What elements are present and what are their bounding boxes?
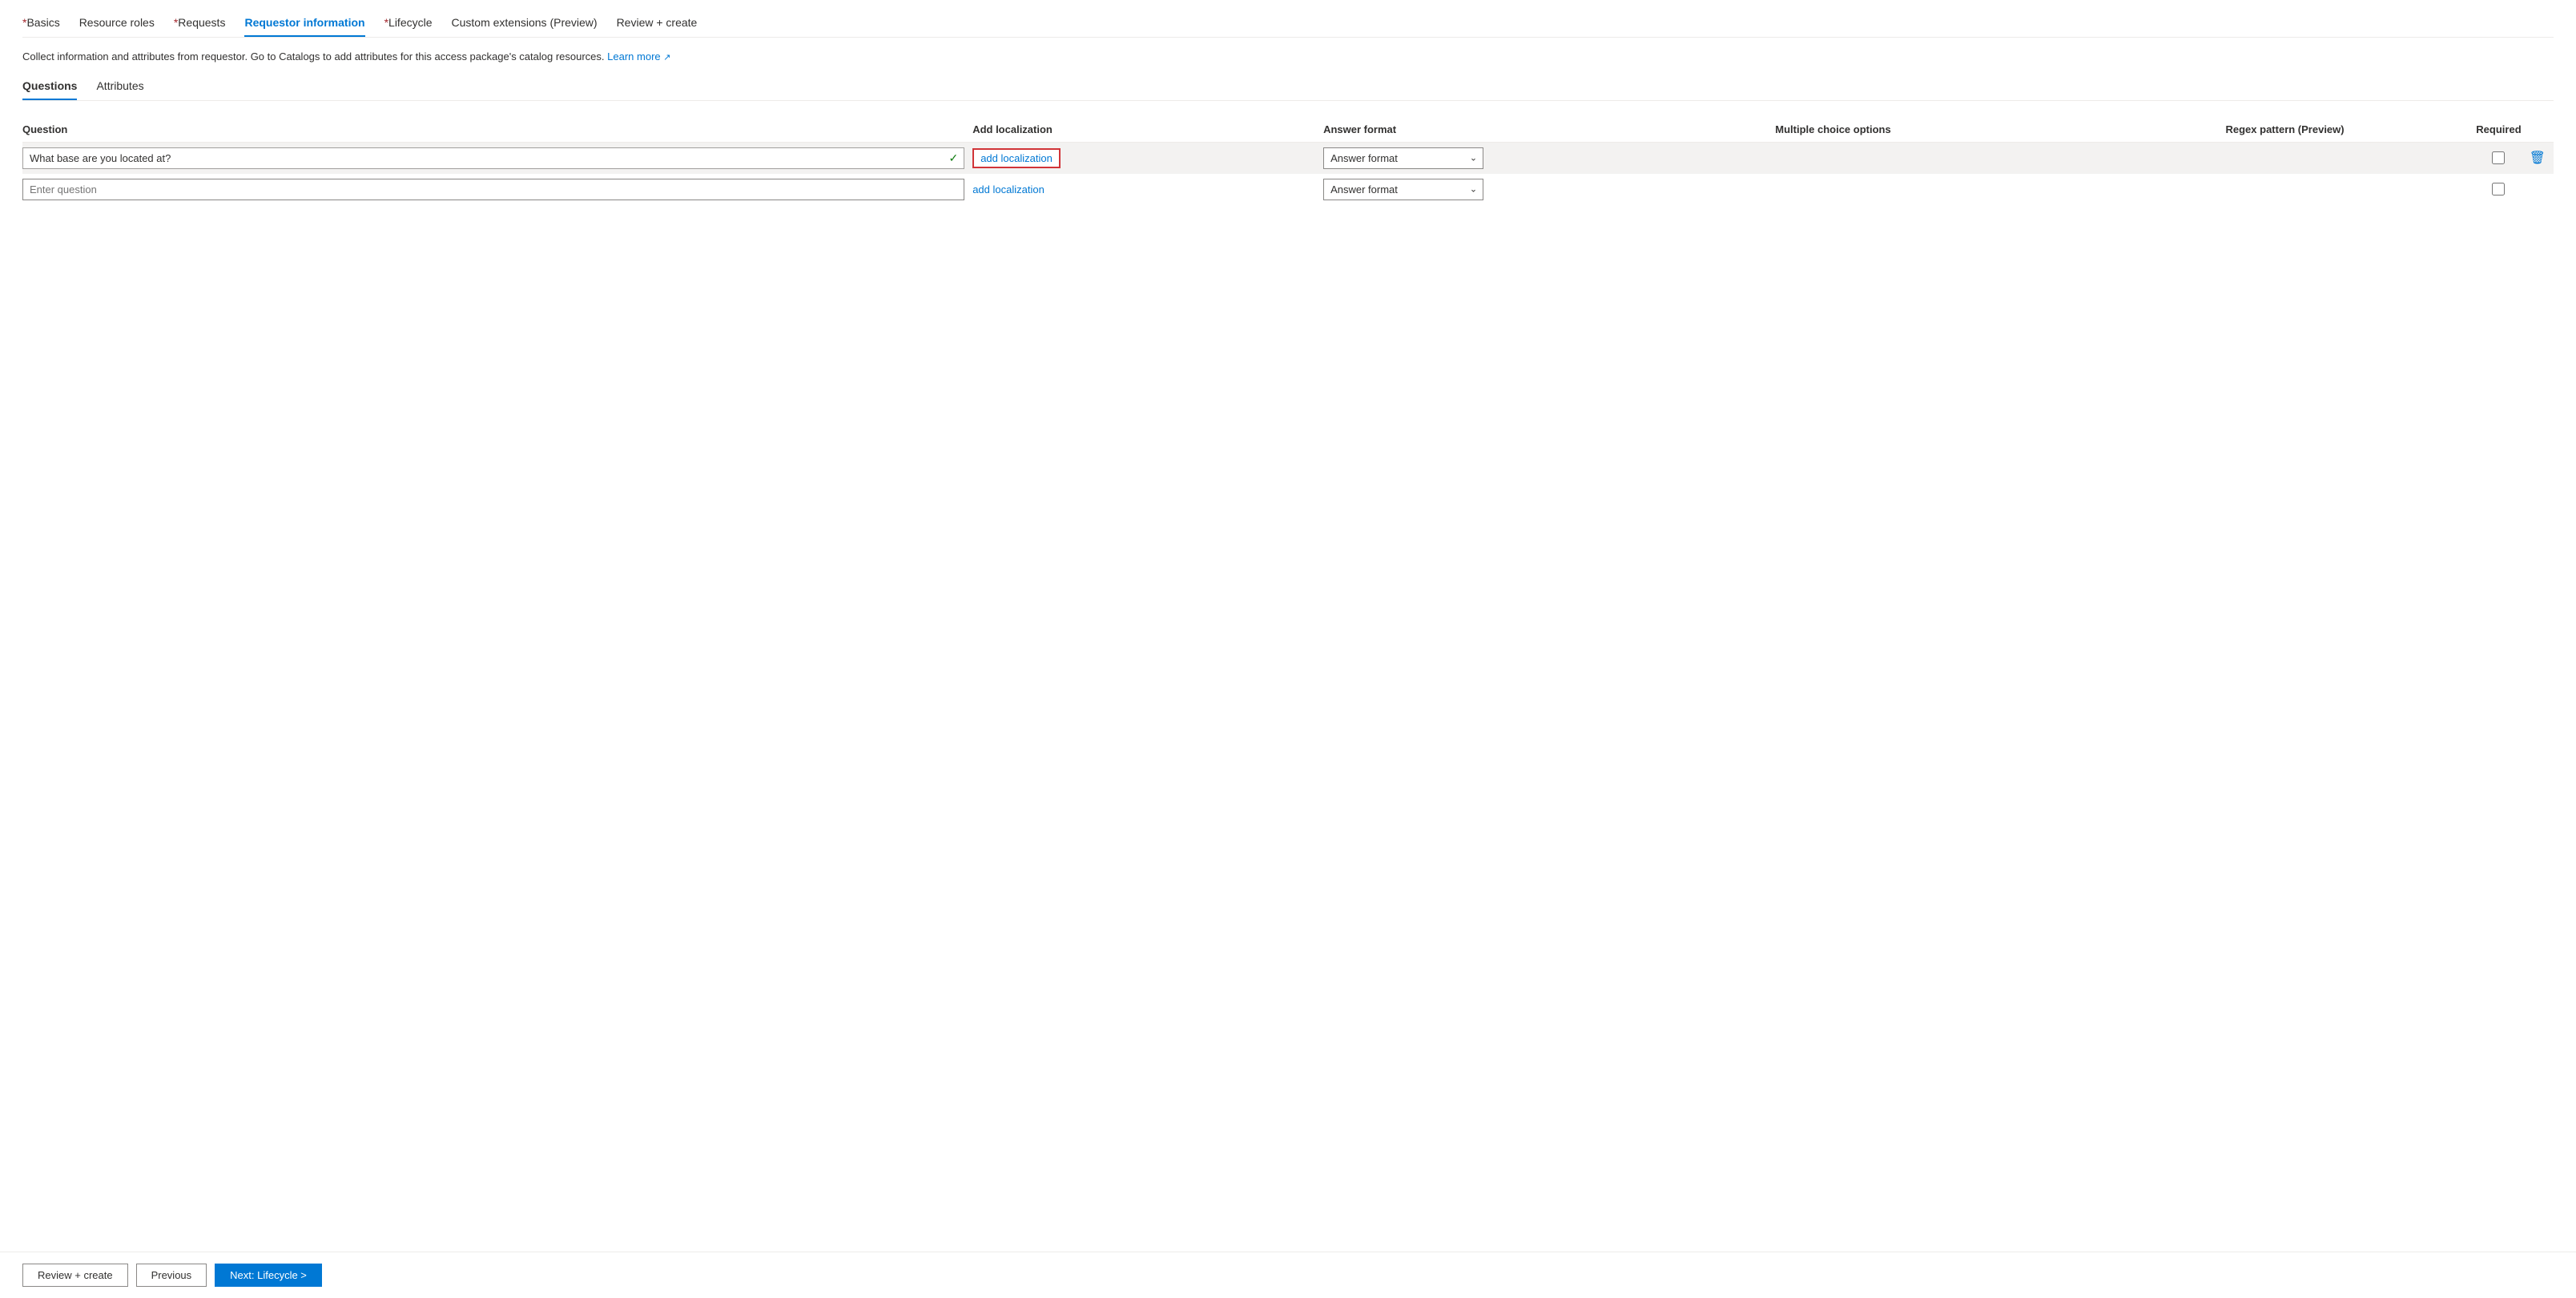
answer-format-cell-2: Answer format Short text Long text Multi… <box>1323 174 1775 205</box>
tab-requestor-information[interactable]: Requestor information <box>244 16 364 37</box>
external-link-icon: ↗ <box>663 53 670 62</box>
col-header-answer-format: Answer format <box>1323 117 1775 143</box>
localization-cell-2: add localization <box>972 174 1323 205</box>
tab-custom-extensions[interactable]: Custom extensions (Preview) <box>452 16 598 37</box>
page-description: Collect information and attributes from … <box>22 49 2554 65</box>
delete-cell-2 <box>2530 174 2554 205</box>
required-cell-2 <box>2476 174 2529 205</box>
answer-format-select-2[interactable]: Answer format Short text Long text Multi… <box>1323 179 1483 200</box>
sub-tab-questions[interactable]: Questions <box>22 79 77 100</box>
next-lifecycle-button[interactable]: Next: Lifecycle > <box>215 1264 322 1287</box>
multiple-choice-cell-2 <box>1775 174 2225 205</box>
sub-tabs: Questions Attributes <box>22 79 2554 101</box>
add-localization-link-2[interactable]: add localization <box>972 181 1044 198</box>
question-input-wrapper-1: ✓ <box>22 147 964 169</box>
col-header-multiple-choice: Multiple choice options <box>1775 117 2225 143</box>
required-checkbox-1[interactable] <box>2492 151 2505 164</box>
answer-format-select-wrapper-1: Answer format Short text Long text Multi… <box>1323 147 1483 169</box>
question-cell-2 <box>22 174 972 205</box>
delete-icon-1[interactable]: 🗑 <box>2530 151 2546 165</box>
col-header-localization: Add localization <box>972 117 1323 143</box>
required-cell-1 <box>2476 142 2529 174</box>
answer-format-cell-1: Answer format Short text Long text Multi… <box>1323 142 1775 174</box>
regex-cell-1 <box>2226 142 2477 174</box>
required-checkbox-wrapper-2 <box>2476 183 2521 196</box>
question-cell-1: ✓ <box>22 142 972 174</box>
tab-requests[interactable]: *Requests <box>174 16 226 37</box>
review-create-button[interactable]: Review + create <box>22 1264 128 1287</box>
col-header-question: Question <box>22 117 972 143</box>
learn-more-link[interactable]: Learn more ↗ <box>607 50 670 62</box>
multiple-choice-cell-1 <box>1775 142 2225 174</box>
question-input-2[interactable] <box>22 179 964 200</box>
question-input-1[interactable] <box>22 147 964 169</box>
tab-basics[interactable]: *Basics <box>22 16 60 37</box>
sub-tab-attributes[interactable]: Attributes <box>96 79 143 100</box>
col-header-regex: Regex pattern (Preview) <box>2226 117 2477 143</box>
nav-tabs: *Basics Resource roles *Requests Request… <box>22 16 2554 38</box>
regex-cell-2 <box>2226 174 2477 205</box>
table-row: add localization Answer format Short tex… <box>22 174 2554 205</box>
table-row: ✓ add localization Answer format Short t… <box>22 142 2554 174</box>
previous-button[interactable]: Previous <box>136 1264 207 1287</box>
required-checkbox-wrapper-1 <box>2476 151 2521 164</box>
answer-format-select-wrapper-2: Answer format Short text Long text Multi… <box>1323 179 1483 200</box>
delete-cell-1: 🗑 <box>2530 142 2554 174</box>
tab-lifecycle[interactable]: *Lifecycle <box>384 16 433 37</box>
tab-review-create[interactable]: Review + create <box>617 16 698 37</box>
answer-format-select-1[interactable]: Answer format Short text Long text Multi… <box>1323 147 1483 169</box>
questions-table: Question Add localization Answer format … <box>22 117 2554 205</box>
required-checkbox-2[interactable] <box>2492 183 2505 196</box>
footer: Review + create Previous Next: Lifecycle… <box>0 1252 2576 1298</box>
col-header-delete <box>2530 117 2554 143</box>
localization-cell-1: add localization <box>972 142 1323 174</box>
add-localization-highlighted-button[interactable]: add localization <box>972 148 1061 168</box>
col-header-required: Required <box>2476 117 2529 143</box>
checkmark-icon: ✓ <box>948 151 958 165</box>
tab-resource-roles[interactable]: Resource roles <box>79 16 155 37</box>
